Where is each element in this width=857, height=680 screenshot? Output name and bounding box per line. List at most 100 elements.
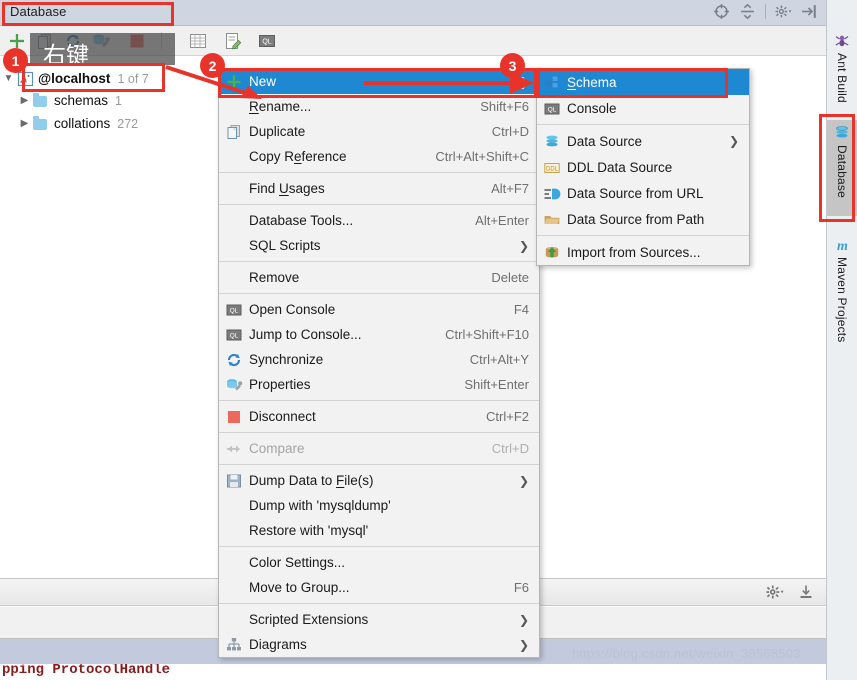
menu-item-move-to-group[interactable]: Move to Group... F6 xyxy=(219,575,539,600)
menu-item-duplicate[interactable]: Duplicate Ctrl+D xyxy=(219,119,539,144)
database-stack-icon xyxy=(836,126,848,138)
menu-item-shortcut: Ctrl+F2 xyxy=(486,409,529,424)
header-icon-group xyxy=(713,3,818,20)
tree-node-detail: 1 xyxy=(115,93,122,108)
folder-icon xyxy=(33,92,50,109)
table-editor-icon[interactable] xyxy=(188,31,208,51)
open-console-icon[interactable]: QL xyxy=(257,31,277,51)
menu-item-label: SQL Scripts xyxy=(249,238,321,253)
menu-separator xyxy=(219,432,539,433)
menu-item-label: Open Console xyxy=(249,302,336,317)
submenu-item-import-from-sources[interactable]: Import from Sources... xyxy=(537,239,749,265)
menu-item-rename[interactable]: Rename... Shift+F6 xyxy=(219,94,539,119)
menu-item-compare: Compare Ctrl+D xyxy=(219,436,539,461)
tree-node-collations[interactable]: ▶ collations 272 xyxy=(16,112,216,135)
menu-item-find-usages[interactable]: Find Usages Alt+F7 xyxy=(219,176,539,201)
sql-console-icon: QL xyxy=(543,100,565,117)
submenu-item-data-source[interactable]: Data Source ❯ xyxy=(537,128,749,154)
svg-text:QL: QL xyxy=(548,106,557,113)
stripe-button-maven-projects[interactable]: m Maven Projects xyxy=(827,232,857,352)
menu-item-dump-with-mysqldump[interactable]: Dump with 'mysqldump' xyxy=(219,493,539,518)
tree-node-label: collations xyxy=(54,116,111,131)
tree-node-localhost[interactable]: ▼ @localhost 1 of 7 xyxy=(0,67,215,90)
menu-item-dump-data-to-file-s[interactable]: Dump Data to File(s) ❯ xyxy=(219,468,539,493)
compare-icon xyxy=(225,440,247,457)
menu-item-label: Scripted Extensions xyxy=(249,612,369,627)
menu-item-copy-reference[interactable]: Copy Reference Ctrl+Alt+Shift+C xyxy=(219,144,539,169)
settings-gear-icon[interactable] xyxy=(766,584,784,600)
menu-separator xyxy=(219,261,539,262)
submenu-item-data-source-from-url[interactable]: Data Source from URL xyxy=(537,180,749,206)
tree-node-schemas[interactable]: ▶ schemas 1 xyxy=(16,89,216,112)
menu-separator xyxy=(219,603,539,604)
collapse-all-icon[interactable] xyxy=(739,3,756,20)
menu-item-new[interactable]: New ❯ xyxy=(219,69,539,94)
menu-item-sql-scripts[interactable]: SQL Scripts ❯ xyxy=(219,233,539,258)
annotation-number-3: 3 xyxy=(500,53,525,78)
menu-item-label: Data Source xyxy=(567,133,643,149)
submenu-item-data-source-from-path[interactable]: Data Source from Path xyxy=(537,206,749,232)
menu-item-synchronize[interactable]: Synchronize Ctrl+Alt+Y xyxy=(219,347,539,372)
annotation-number-2: 2 xyxy=(200,53,225,78)
menu-item-color-settings[interactable]: Color Settings... xyxy=(219,550,539,575)
url-datasource-icon xyxy=(543,185,565,202)
menu-icon-placeholder xyxy=(225,269,247,286)
chevron-down-icon[interactable]: ▼ xyxy=(0,73,17,84)
import-icon xyxy=(543,244,565,261)
folder-icon xyxy=(33,115,50,132)
menu-separator xyxy=(219,546,539,547)
menu-item-properties[interactable]: Properties Shift+Enter xyxy=(219,372,539,397)
watermark-text: https://blog.csdn.net/weixin_38568503 xyxy=(572,646,801,661)
menu-item-open-console[interactable]: QL Open Console F4 xyxy=(219,297,539,322)
menu-item-label: Database Tools... xyxy=(249,213,354,228)
duplicate-pages-icon xyxy=(225,123,247,140)
menu-item-shortcut: Alt+F7 xyxy=(491,181,529,196)
menu-item-label: Compare xyxy=(249,441,305,456)
menu-item-label: Diagrams xyxy=(249,637,307,652)
menu-icon-placeholder xyxy=(225,579,247,596)
menu-item-remove[interactable]: Remove Delete xyxy=(219,265,539,290)
menu-item-shortcut: F4 xyxy=(513,302,529,317)
menu-item-label: Dump with 'mysqldump' xyxy=(249,498,391,513)
submenu-item-console[interactable]: QL Console xyxy=(537,95,749,121)
menu-item-scripted-extensions[interactable]: Scripted Extensions ❯ xyxy=(219,607,539,632)
svg-text:m: m xyxy=(837,239,848,253)
submenu-item-schema[interactable]: Schema xyxy=(537,69,749,95)
mysql-datasource-icon xyxy=(17,71,34,87)
menu-item-shortcut: Ctrl+D xyxy=(491,441,529,456)
new-submenu[interactable]: Schema QL Console Data Source ❯ DDL DDL Data S… xyxy=(536,68,750,266)
menu-item-jump-to-console[interactable]: QL Jump to Console... Ctrl+Shift+F10 xyxy=(219,322,539,347)
stripe-label: Database xyxy=(835,145,849,198)
export-download-icon[interactable] xyxy=(798,584,814,600)
tree-node-label: @localhost xyxy=(38,71,111,86)
menu-item-database-tools[interactable]: Database Tools... Alt+Enter xyxy=(219,208,539,233)
menu-separator xyxy=(219,204,539,205)
menu-item-disconnect[interactable]: Disconnect Ctrl+F2 xyxy=(219,404,539,429)
stripe-button-database[interactable]: Database xyxy=(827,120,857,216)
bottom-toolbar-icons xyxy=(766,584,814,600)
svg-text:DDL: DDL xyxy=(546,166,559,172)
menu-icon-placeholder xyxy=(225,237,247,254)
settings-gear-icon[interactable] xyxy=(775,3,792,20)
submenu-item-ddl-data-source[interactable]: DDL DDL Data Source xyxy=(537,154,749,180)
tree-node-label: schemas xyxy=(54,93,109,108)
chevron-right-icon[interactable]: ▶ xyxy=(16,95,33,106)
menu-item-restore-with-mysql[interactable]: Restore with 'mysql' xyxy=(219,518,539,543)
menu-item-shortcut: Ctrl+Alt+Shift+C xyxy=(435,149,529,164)
menu-item-label: Data Source from URL xyxy=(567,185,704,201)
crosshair-target-icon[interactable] xyxy=(713,3,730,20)
menu-item-shortcut: Ctrl+Alt+Y xyxy=(469,352,529,367)
menu-item-diagrams[interactable]: Diagrams ❯ xyxy=(219,632,539,657)
svg-text:QL: QL xyxy=(230,308,239,315)
context-menu[interactable]: New ❯ Rename... Shift+F6 Duplicate Ctrl+D Copy… xyxy=(218,68,540,658)
menu-item-label: Data Source from Path xyxy=(567,211,705,227)
stripe-button-ant-build[interactable]: Ant Build xyxy=(827,28,857,116)
menu-separator xyxy=(537,124,749,125)
modify-table-icon[interactable] xyxy=(223,31,243,51)
page-title: Database xyxy=(10,4,67,19)
chevron-right-icon[interactable]: ▶ xyxy=(16,118,33,129)
submenu-arrow-icon: ❯ xyxy=(518,74,529,89)
menu-item-shortcut: Shift+F6 xyxy=(480,99,529,114)
menu-item-label: New xyxy=(249,74,277,89)
hide-panel-icon[interactable] xyxy=(801,3,818,20)
